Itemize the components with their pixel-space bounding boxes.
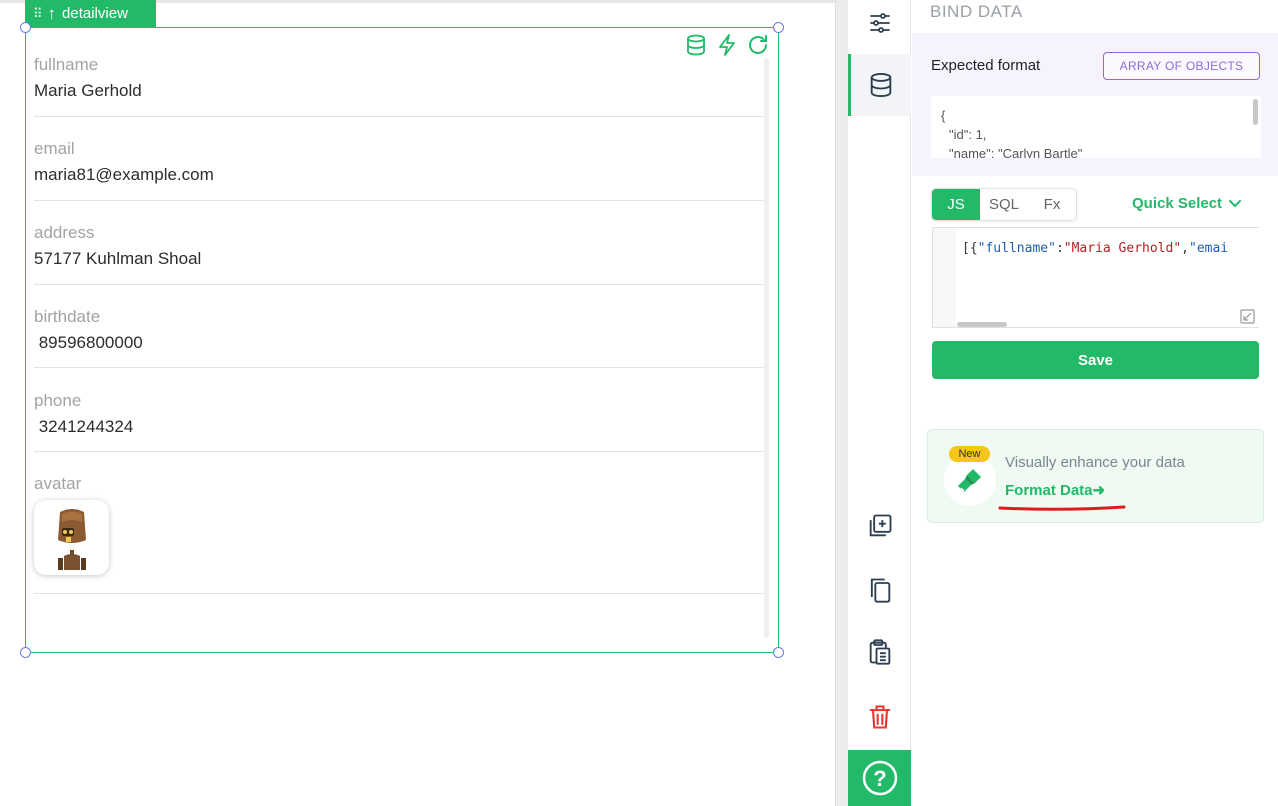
copy-button[interactable] bbox=[848, 560, 911, 620]
resize-handle-bottom-right[interactable] bbox=[773, 647, 784, 658]
widget-actions bbox=[683, 32, 770, 57]
format-type-badge: ARRAY OF OBJECTS bbox=[1103, 52, 1260, 80]
settings-sliders-icon bbox=[869, 13, 890, 33]
editor-scrollbar[interactable] bbox=[957, 322, 1007, 327]
save-button[interactable]: Save bbox=[932, 341, 1259, 379]
resize-handle-top-right[interactable] bbox=[773, 22, 784, 33]
new-badge: New bbox=[949, 446, 990, 462]
widget-name-label: detailview bbox=[62, 5, 128, 22]
help-icon: ? bbox=[862, 760, 897, 796]
duplicate-button[interactable] bbox=[848, 496, 911, 556]
arrow-right-icon: ➜ bbox=[1092, 482, 1106, 499]
field-birthdate: birthdate 89596800000 bbox=[34, 307, 764, 368]
refresh-icon[interactable] bbox=[745, 32, 770, 57]
code-token: , bbox=[1181, 241, 1189, 256]
canvas[interactable]: ⠿ ↑ detailview fullname Maria Gerhold em… bbox=[0, 0, 836, 806]
format-data-link[interactable]: Format Data➜ bbox=[1005, 481, 1105, 499]
code-token: : bbox=[1055, 241, 1064, 256]
add-copy-icon bbox=[869, 514, 891, 537]
field-email: email maria81@example.com bbox=[34, 139, 764, 201]
field-fullname: fullname Maria Gerhold bbox=[34, 55, 764, 117]
help-symbol: ? bbox=[873, 766, 886, 791]
field-label: fullname bbox=[34, 55, 99, 74]
red-annotation-underline bbox=[998, 505, 1126, 511]
bind-data-button[interactable] bbox=[848, 54, 911, 116]
avatar bbox=[34, 500, 109, 575]
arrow-up-icon: ↑ bbox=[47, 3, 57, 23]
code-line: "name": "Carlyn Bartle" bbox=[949, 146, 1083, 158]
panel-title: BIND DATA bbox=[930, 2, 1023, 21]
field-address: address 57177 Kuhlman Shoal bbox=[34, 223, 764, 285]
copy-icon bbox=[870, 578, 890, 603]
field-label: birthdate bbox=[34, 307, 101, 326]
code-scrollbar[interactable] bbox=[1253, 99, 1258, 125]
tab-fx[interactable]: Fx bbox=[1028, 189, 1076, 220]
field-value: 89596800000 bbox=[34, 333, 143, 352]
promo-text: Visually enhance your data bbox=[1005, 454, 1185, 471]
code-line: { bbox=[941, 108, 946, 123]
field-value: 57177 Kuhlman Shoal bbox=[34, 249, 202, 268]
paste-button[interactable] bbox=[848, 622, 911, 682]
widget-name-tag[interactable]: ⠿ ↑ detailview bbox=[25, 0, 156, 27]
field-label: avatar bbox=[34, 474, 82, 493]
expected-format-code[interactable]: { "id": 1, "name": "Carlyn Bartle" bbox=[931, 96, 1261, 158]
settings-button[interactable] bbox=[848, 0, 911, 46]
chevron-down-icon bbox=[1229, 199, 1242, 207]
field-value: maria81@example.com bbox=[34, 165, 214, 184]
quick-select-label: Quick Select bbox=[1132, 195, 1223, 212]
tab-sql[interactable]: SQL bbox=[980, 189, 1028, 220]
database-icon[interactable] bbox=[683, 32, 708, 57]
code-token: [{ bbox=[962, 241, 978, 256]
quick-select-dropdown[interactable]: Quick Select bbox=[1132, 195, 1242, 212]
clipboard-icon bbox=[869, 639, 890, 665]
resize-handle-bottom-left[interactable] bbox=[20, 647, 31, 658]
drag-handle-icon[interactable]: ⠿ bbox=[33, 6, 42, 22]
code-token: "emai bbox=[1189, 241, 1229, 256]
code-editor[interactable]: [{"fullname":"Maria Gerhold","emai bbox=[932, 227, 1259, 328]
resize-handle-top-left[interactable] bbox=[20, 22, 31, 33]
tab-js[interactable]: JS bbox=[932, 189, 980, 220]
robot-avatar-icon bbox=[57, 508, 86, 570]
canvas-edge bbox=[835, 0, 848, 806]
code-token: "fullname" bbox=[977, 241, 1056, 256]
code-token: "Maria Gerhold" bbox=[1063, 241, 1182, 256]
widget-scrollbar[interactable] bbox=[764, 58, 769, 638]
field-label: phone bbox=[34, 391, 82, 410]
code-editor-content[interactable]: [{"fullname":"Maria Gerhold","emai bbox=[956, 228, 1259, 327]
field-avatar: avatar bbox=[34, 474, 764, 594]
side-toolbar: ? bbox=[848, 0, 911, 806]
field-value: Maria Gerhold bbox=[34, 81, 142, 100]
field-label: address bbox=[34, 223, 95, 242]
bind-data-panel: BIND DATA Expected format ARRAY OF OBJEC… bbox=[912, 0, 1278, 806]
paintbrush-icon bbox=[958, 469, 981, 492]
binding-mode-tabs: JS SQL Fx bbox=[931, 188, 1077, 221]
delete-button[interactable] bbox=[848, 687, 911, 747]
lightning-icon[interactable] bbox=[714, 32, 739, 57]
help-button[interactable]: ? bbox=[848, 750, 911, 806]
field-value: 3241244324 bbox=[34, 417, 134, 436]
database-icon bbox=[870, 72, 892, 98]
code-line: "id": 1, bbox=[949, 127, 987, 142]
field-label: email bbox=[34, 139, 75, 158]
format-data-label: Format Data bbox=[1005, 482, 1093, 499]
expected-format-section: Expected format ARRAY OF OBJECTS { "id":… bbox=[912, 33, 1278, 176]
expected-format-label: Expected format bbox=[931, 57, 1041, 74]
trash-icon bbox=[869, 705, 890, 729]
field-phone: phone 3241244324 bbox=[34, 391, 764, 452]
expand-icon[interactable] bbox=[1240, 309, 1255, 324]
